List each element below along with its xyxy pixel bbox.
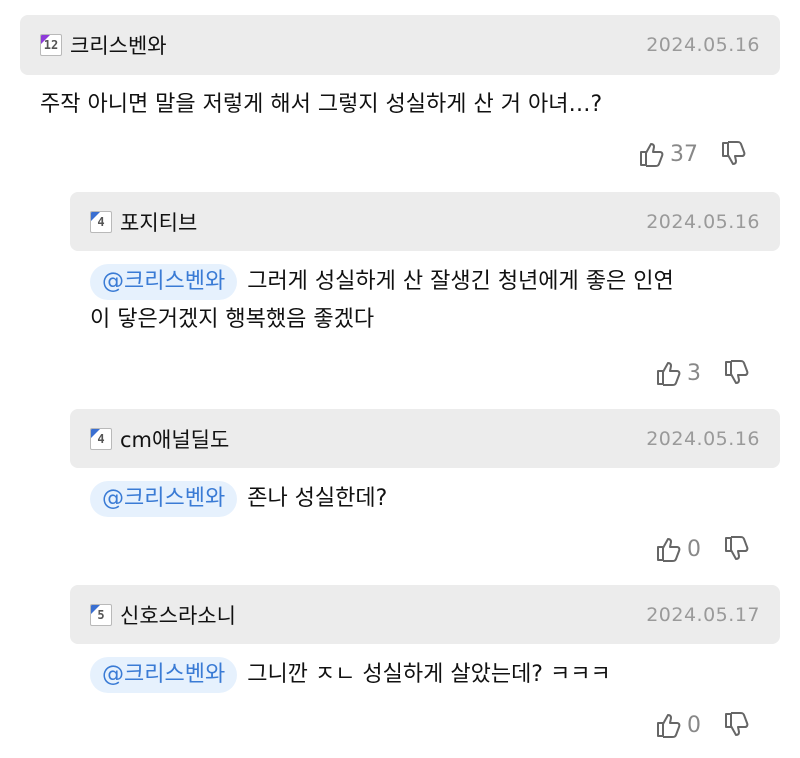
thumbs-up-icon[interactable] xyxy=(655,535,681,563)
thumbs-up-icon[interactable] xyxy=(655,359,681,387)
comment-header: 12 크리스벤와 2024.05.16 xyxy=(20,15,780,75)
comment-date: 2024.05.16 xyxy=(646,34,760,56)
nickname[interactable]: cm애널딜도 xyxy=(120,424,646,454)
reply-actions: 0 xyxy=(655,535,749,563)
like-count: 3 xyxy=(687,360,701,386)
comment-date: 2024.05.17 xyxy=(646,603,760,626)
reply-header: 4 포지티브 2024.05.16 xyxy=(70,192,780,251)
like-count: 37 xyxy=(670,141,698,167)
reply-header: 5 신호스라소니 2024.05.17 xyxy=(70,585,780,644)
mention-tag[interactable]: @크리스벤와 xyxy=(90,481,238,517)
reply-actions: 0 xyxy=(655,711,749,739)
thumbs-up-icon[interactable] xyxy=(655,711,681,739)
comment-date: 2024.05.16 xyxy=(646,427,760,450)
thumbs-down-icon[interactable] xyxy=(723,711,749,739)
nickname[interactable]: 신호스라소니 xyxy=(120,600,646,630)
comment-text: 주작 아니면 말을 저렇게 해서 그렇지 성실하게 산 거 아녀…? xyxy=(40,86,760,124)
nickname[interactable]: 크리스벤와 xyxy=(70,30,646,60)
mention-tag[interactable]: @크리스벤와 xyxy=(90,657,238,693)
reply-text-line1: 그러게 성실하게 산 잘생긴 청년에게 좋은 인연 xyxy=(247,269,674,294)
level-badge-icon: 5 xyxy=(90,603,112,626)
reply-text-content: 그니깐 ㅈㄴ 성실하게 살았는데? ㅋㅋㅋ xyxy=(247,662,611,687)
reply-text-line2: 이 닿은거겠지 행복했음 좋겠다 xyxy=(90,307,375,332)
thumbs-up-icon[interactable] xyxy=(638,140,664,168)
reply-header: 4 cm애널딜도 2024.05.16 xyxy=(70,409,780,468)
thumbs-down-icon[interactable] xyxy=(723,359,749,387)
reply-text: @크리스벤와 그니깐 ㅈㄴ 성실하게 살았는데? ㅋㅋㅋ xyxy=(90,656,780,694)
comment-date: 2024.05.16 xyxy=(646,210,760,233)
nickname[interactable]: 포지티브 xyxy=(120,207,646,237)
like-count: 0 xyxy=(687,536,701,562)
reply-text: @크리스벤와 존나 성실한데? xyxy=(90,480,780,518)
comment-actions: 37 xyxy=(638,140,746,168)
mention-tag[interactable]: @크리스벤와 xyxy=(90,264,238,300)
like-count: 0 xyxy=(687,712,701,738)
thumbs-down-icon[interactable] xyxy=(723,535,749,563)
thumbs-down-icon[interactable] xyxy=(720,140,746,168)
level-badge-icon: 4 xyxy=(90,427,112,450)
reply-text-content: 존나 성실한데? xyxy=(247,486,388,511)
reply-text: @크리스벤와 그러게 성실하게 산 잘생긴 청년에게 좋은 인연 이 닿은거겠지 … xyxy=(90,263,780,339)
level-badge-icon: 4 xyxy=(90,210,112,233)
level-badge-icon: 12 xyxy=(40,34,62,56)
comment-text-content: 주작 아니면 말을 저렇게 해서 그렇지 성실하게 산 거 아녀…? xyxy=(40,92,603,117)
reply-actions: 3 xyxy=(655,359,749,387)
